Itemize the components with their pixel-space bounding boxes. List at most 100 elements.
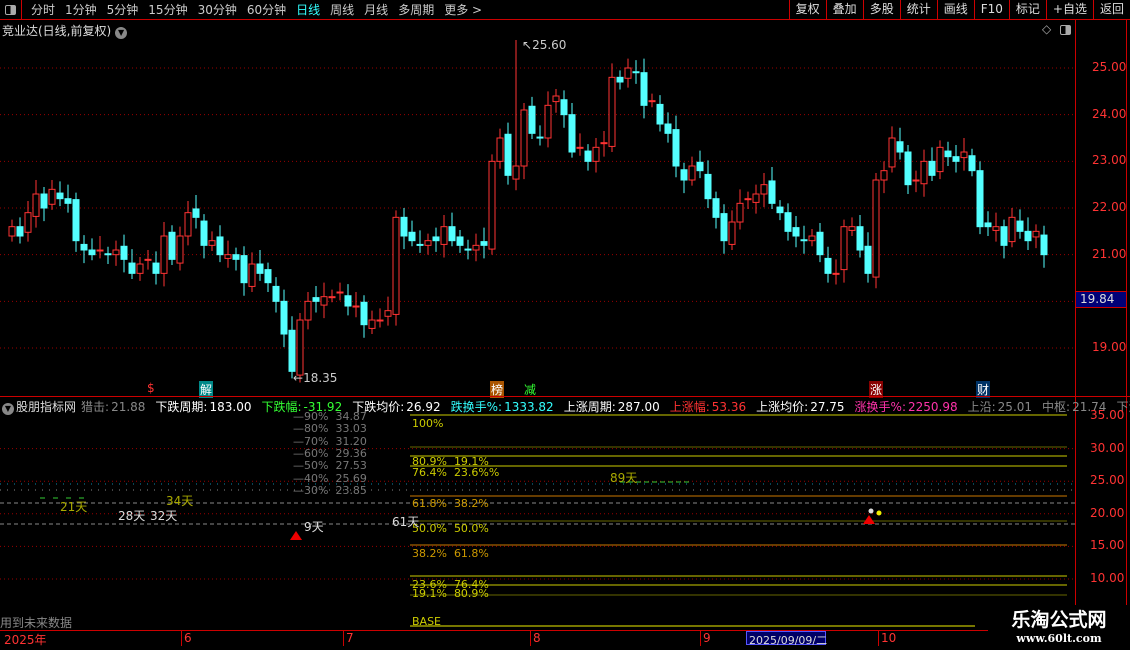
candle-body (784, 212, 792, 232)
candle (320, 282, 328, 319)
candle-body (72, 199, 80, 242)
candle-body (976, 170, 984, 228)
candle-body (888, 137, 896, 168)
fib-label: 38.2% 61.8% (412, 547, 489, 560)
candle (304, 292, 312, 330)
period-tab[interactable]: 周线 (325, 1, 359, 18)
candle-body (504, 133, 512, 176)
candle-body (544, 104, 552, 139)
candle-body (16, 226, 24, 237)
candle-body (480, 241, 488, 246)
candle (544, 91, 552, 148)
candle-body (152, 262, 160, 274)
candle (800, 225, 808, 254)
candle (160, 222, 168, 287)
candle (136, 257, 144, 281)
candle (392, 210, 400, 326)
toolbar-button[interactable]: 画线 (936, 0, 974, 20)
candle (592, 138, 600, 173)
timeline-label: 2025年 (4, 633, 47, 647)
candle (824, 246, 832, 283)
candle (912, 170, 920, 193)
toolbar-button[interactable]: 叠加 (825, 0, 863, 20)
candle-body (224, 254, 232, 259)
period-tab[interactable]: 日线 (291, 1, 325, 18)
dot-marker (876, 510, 882, 516)
period-tab[interactable]: 多周期 (393, 1, 439, 18)
candle-body (728, 221, 736, 245)
timeline-label: 9 (700, 631, 711, 646)
candle-body (64, 198, 72, 204)
toolbar-button[interactable]: F10 (973, 0, 1009, 20)
period-tab[interactable]: 15分钟 (143, 1, 192, 18)
candle (1032, 224, 1040, 249)
panel-toggle-icon[interactable] (0, 0, 22, 19)
percent-ladder-label: —70% 31.20 (293, 434, 367, 448)
candle (144, 250, 152, 270)
candle (368, 310, 376, 335)
candle-body (280, 300, 288, 335)
candle-body (848, 226, 856, 231)
candle (384, 296, 392, 326)
candle-body (112, 249, 120, 256)
candle-body (528, 105, 536, 134)
candle-body (992, 226, 1000, 231)
candle-body (104, 253, 112, 256)
candle (600, 131, 608, 157)
toolbar-button[interactable]: 标记 (1008, 0, 1046, 20)
candle (728, 210, 736, 251)
price-axis-label: 25.00 (1092, 60, 1127, 74)
cursor-date: 2025/09/09/二 (746, 631, 827, 647)
signal-marker[interactable]: $ (146, 381, 156, 395)
period-tab[interactable]: 30分钟 (193, 1, 242, 18)
day-count-label: 9天 (304, 520, 324, 534)
candle-body (1016, 220, 1024, 232)
period-tab[interactable]: 月线 (359, 1, 393, 18)
candle (896, 127, 904, 160)
toolbar-button[interactable]: +自选 (1045, 0, 1093, 20)
period-tab[interactable]: 分时 (26, 1, 60, 18)
candle (864, 232, 872, 283)
candle-body (1000, 226, 1008, 246)
period-tab[interactable]: 更多 > (439, 1, 487, 18)
candle-body (288, 329, 296, 372)
day-count-label: 61天 (392, 515, 420, 529)
candle (72, 192, 80, 252)
candle-body (272, 285, 280, 302)
toolbar-button[interactable]: 返回 (1092, 0, 1130, 20)
toolbar-button[interactable]: 统计 (899, 0, 937, 20)
candle (288, 316, 296, 379)
candle-body (344, 295, 352, 307)
candle-body (1024, 230, 1032, 242)
watermark-title: 乐淘公式网 (1011, 609, 1107, 631)
candlestick-chart[interactable] (0, 20, 1075, 396)
candle (976, 161, 984, 235)
candle (920, 149, 928, 197)
candle-body (8, 226, 16, 237)
candle-body (80, 243, 88, 251)
indicator-axis-label: 30.00 (1090, 440, 1125, 455)
day-count-label: 34天 (166, 494, 194, 508)
candle-body (1040, 234, 1048, 256)
toolbar-button[interactable]: 复权 (788, 0, 826, 20)
period-tab[interactable]: 5分钟 (102, 1, 144, 18)
candle (88, 238, 96, 261)
axis-divider (1075, 20, 1076, 630)
candle-body (752, 193, 760, 203)
candle (928, 147, 936, 181)
dot-marker (868, 508, 874, 514)
toolbar-button[interactable]: 多股 (862, 0, 900, 20)
fib-label: 76.4% 23.6%% (412, 466, 500, 479)
price-axis-label: 24.00 (1092, 106, 1127, 121)
candle-body (424, 240, 432, 246)
candle-body (520, 109, 528, 167)
period-tab[interactable]: 1分钟 (60, 1, 102, 18)
candle (8, 219, 16, 242)
candle (472, 233, 480, 262)
candle-body (416, 243, 424, 246)
candle-body (464, 248, 472, 251)
candle-body (816, 231, 824, 256)
candle (240, 246, 248, 296)
candle-body (760, 184, 768, 195)
period-tab[interactable]: 60分钟 (242, 1, 291, 18)
